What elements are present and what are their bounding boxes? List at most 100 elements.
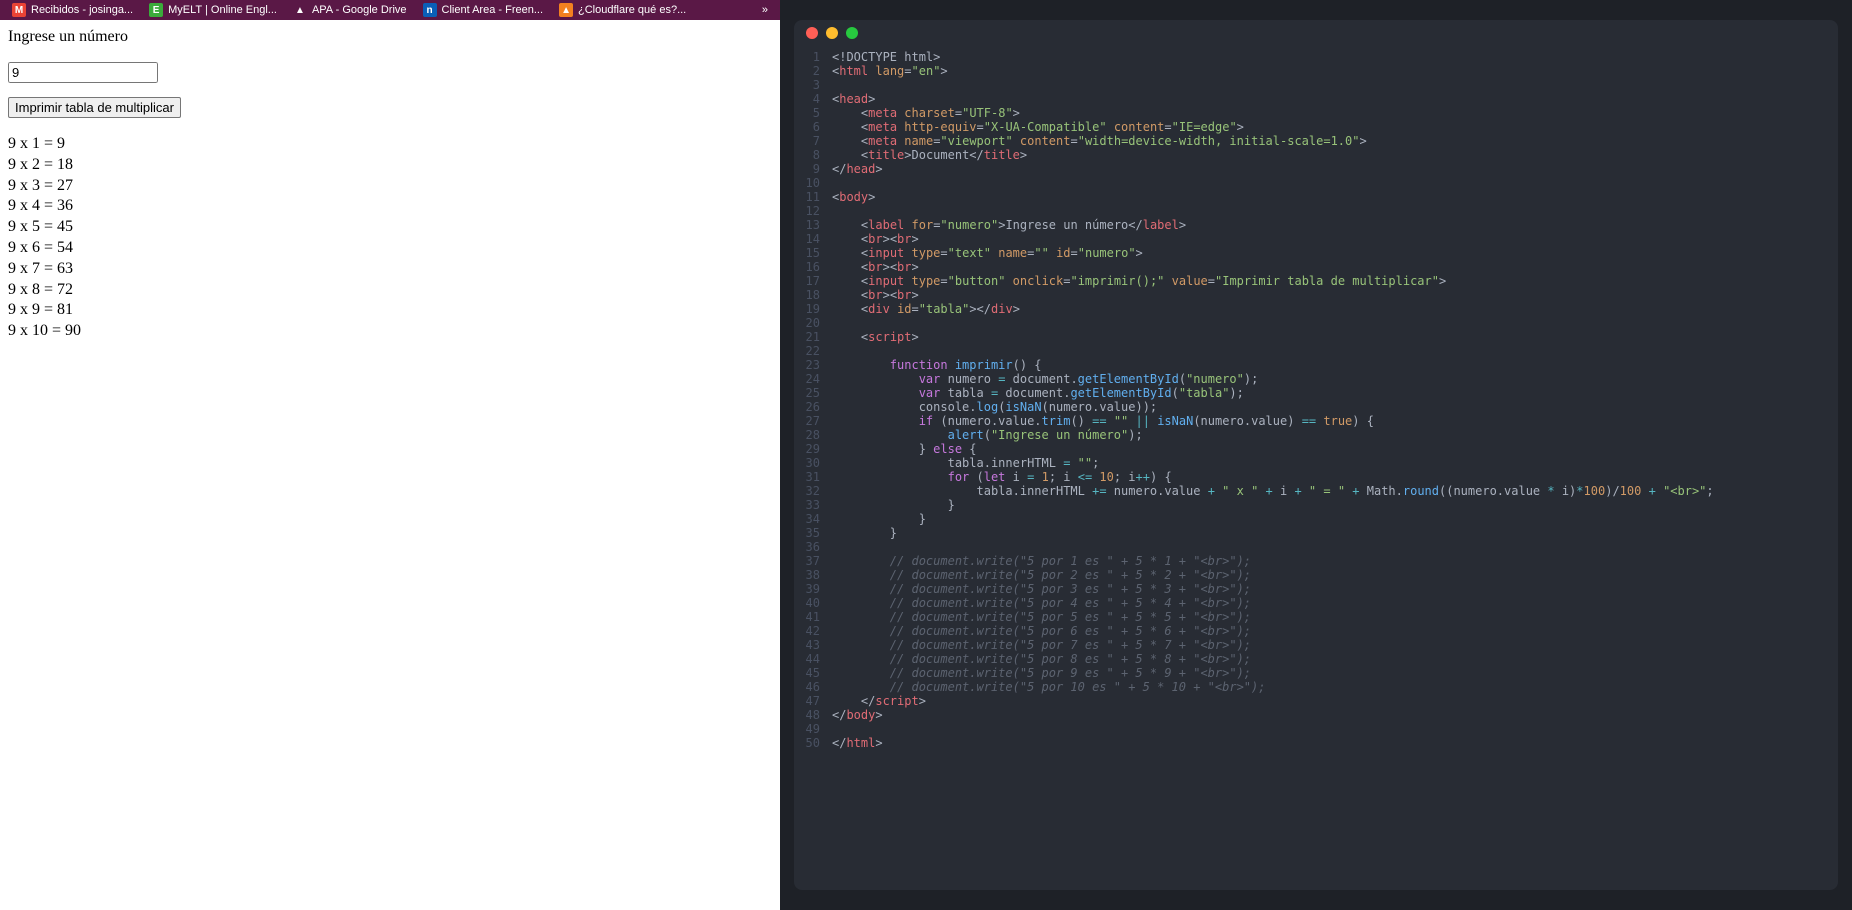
line-number: 37 [794, 554, 832, 568]
line-number: 19 [794, 302, 832, 316]
line-content: // document.write("5 por 5 es " + 5 * 5 … [832, 610, 1251, 624]
code-line: 13 <label for="numero">Ingrese un número… [794, 218, 1838, 232]
line-number: 20 [794, 316, 832, 330]
line-number: 34 [794, 512, 832, 526]
output-line: 9 x 3 = 27 [8, 176, 772, 197]
code-line: 16 <br><br> [794, 260, 1838, 274]
output-line: 9 x 6 = 54 [8, 238, 772, 259]
line-content: <input type="button" onclick="imprimir()… [832, 274, 1446, 288]
line-number: 9 [794, 162, 832, 176]
bookmark-item[interactable]: EMyELT | Online Engl... [141, 0, 285, 20]
line-number: 18 [794, 288, 832, 302]
line-content: <script> [832, 330, 919, 344]
bookmark-label: APA - Google Drive [312, 4, 407, 16]
line-number: 28 [794, 428, 832, 442]
bookmark-item[interactable]: ▲APA - Google Drive [285, 0, 415, 20]
line-content: </body> [832, 708, 883, 722]
code-line: 49 [794, 722, 1838, 736]
code-line: 47 </script> [794, 694, 1838, 708]
line-number: 33 [794, 498, 832, 512]
line-content: } [832, 512, 926, 526]
line-content: } else { [832, 442, 977, 456]
line-number: 35 [794, 526, 832, 540]
line-content: // document.write("5 por 1 es " + 5 * 1 … [832, 554, 1251, 568]
code-line: 36 [794, 540, 1838, 554]
code-line: 15 <input type="text" name="" id="numero… [794, 246, 1838, 260]
line-content: <!DOCTYPE html> [832, 50, 940, 64]
code-area[interactable]: 1<!DOCTYPE html>2<html lang="en">34<head… [794, 46, 1838, 890]
bookmark-label: ¿Cloudflare qué es?... [578, 4, 686, 16]
code-line: 45 // document.write("5 por 9 es " + 5 *… [794, 666, 1838, 680]
code-line: 6 <meta http-equiv="X-UA-Compatible" con… [794, 120, 1838, 134]
line-content: <br><br> [832, 232, 919, 246]
print-table-button[interactable]: Imprimir tabla de multiplicar [8, 97, 181, 118]
code-line: 4<head> [794, 92, 1838, 106]
bookmarks-overflow-icon[interactable]: » [754, 4, 776, 16]
line-number: 48 [794, 708, 832, 722]
line-number: 25 [794, 386, 832, 400]
bookmarks-bar: M Recibidos - josinga... EMyELT | Online E… [0, 0, 780, 20]
line-content: // document.write("5 por 9 es " + 5 * 9 … [832, 666, 1251, 680]
code-line: 26 console.log(isNaN(numero.value)); [794, 400, 1838, 414]
line-number: 14 [794, 232, 832, 246]
code-line: 39 // document.write("5 por 3 es " + 5 *… [794, 582, 1838, 596]
line-number: 32 [794, 484, 832, 498]
line-number: 30 [794, 456, 832, 470]
line-content: <body> [832, 190, 875, 204]
window-controls [794, 20, 1838, 46]
bookmark-item[interactable]: nClient Area - Freen... [415, 0, 552, 20]
code-line: 18 <br><br> [794, 288, 1838, 302]
line-number: 31 [794, 470, 832, 484]
line-number: 41 [794, 610, 832, 624]
line-number: 40 [794, 596, 832, 610]
code-line: 27 if (numero.value.trim() == "" || isNa… [794, 414, 1838, 428]
output-line: 9 x 7 = 63 [8, 259, 772, 280]
code-line: 44 // document.write("5 por 8 es " + 5 *… [794, 652, 1838, 666]
window-maximize-icon[interactable] [846, 27, 858, 39]
line-content: <title>Document</title> [832, 148, 1027, 162]
line-content: // document.write("5 por 10 es " + 5 * 1… [832, 680, 1265, 694]
line-number: 24 [794, 372, 832, 386]
output-line: 9 x 2 = 18 [8, 155, 772, 176]
line-number: 44 [794, 652, 832, 666]
line-number: 23 [794, 358, 832, 372]
bookmark-item[interactable]: ▲¿Cloudflare qué es?... [551, 0, 694, 20]
code-line: 25 var tabla = document.getElementById("… [794, 386, 1838, 400]
code-line: 32 tabla.innerHTML += numero.value + " x… [794, 484, 1838, 498]
line-number: 13 [794, 218, 832, 232]
line-content: <head> [832, 92, 875, 106]
window-minimize-icon[interactable] [826, 27, 838, 39]
code-line: 19 <div id="tabla"></div> [794, 302, 1838, 316]
code-line: 7 <meta name="viewport" content="width=d… [794, 134, 1838, 148]
line-content: // document.write("5 por 3 es " + 5 * 3 … [832, 582, 1251, 596]
code-line: 5 <meta charset="UTF-8"> [794, 106, 1838, 120]
line-content: <div id="tabla"></div> [832, 302, 1020, 316]
output-line: 9 x 8 = 72 [8, 280, 772, 301]
line-number: 50 [794, 736, 832, 750]
number-input[interactable] [8, 62, 158, 83]
code-line: 33 } [794, 498, 1838, 512]
line-number: 6 [794, 120, 832, 134]
output-line: 9 x 5 = 45 [8, 217, 772, 238]
line-content: } [832, 526, 897, 540]
line-content: </script> [832, 694, 926, 708]
line-content: <meta name="viewport" content="width=dev… [832, 134, 1367, 148]
line-content: </html> [832, 736, 883, 750]
line-number: 15 [794, 246, 832, 260]
bookmark-item[interactable]: M Recibidos - josinga... [4, 0, 141, 20]
line-number: 36 [794, 540, 832, 554]
line-number: 39 [794, 582, 832, 596]
bookmark-label: Recibidos - josinga... [31, 4, 133, 16]
window-close-icon[interactable] [806, 27, 818, 39]
line-number: 26 [794, 400, 832, 414]
line-number: 21 [794, 330, 832, 344]
line-content: // document.write("5 por 2 es " + 5 * 2 … [832, 568, 1251, 582]
line-number: 29 [794, 442, 832, 456]
line-content: <html lang="en"> [832, 64, 948, 78]
number-label: Ingrese un número [8, 28, 128, 46]
line-number: 17 [794, 274, 832, 288]
bookmark-icon: M [12, 3, 26, 17]
line-content: tabla.innerHTML = ""; [832, 456, 1099, 470]
code-line: 23 function imprimir() { [794, 358, 1838, 372]
code-line: 12 [794, 204, 1838, 218]
